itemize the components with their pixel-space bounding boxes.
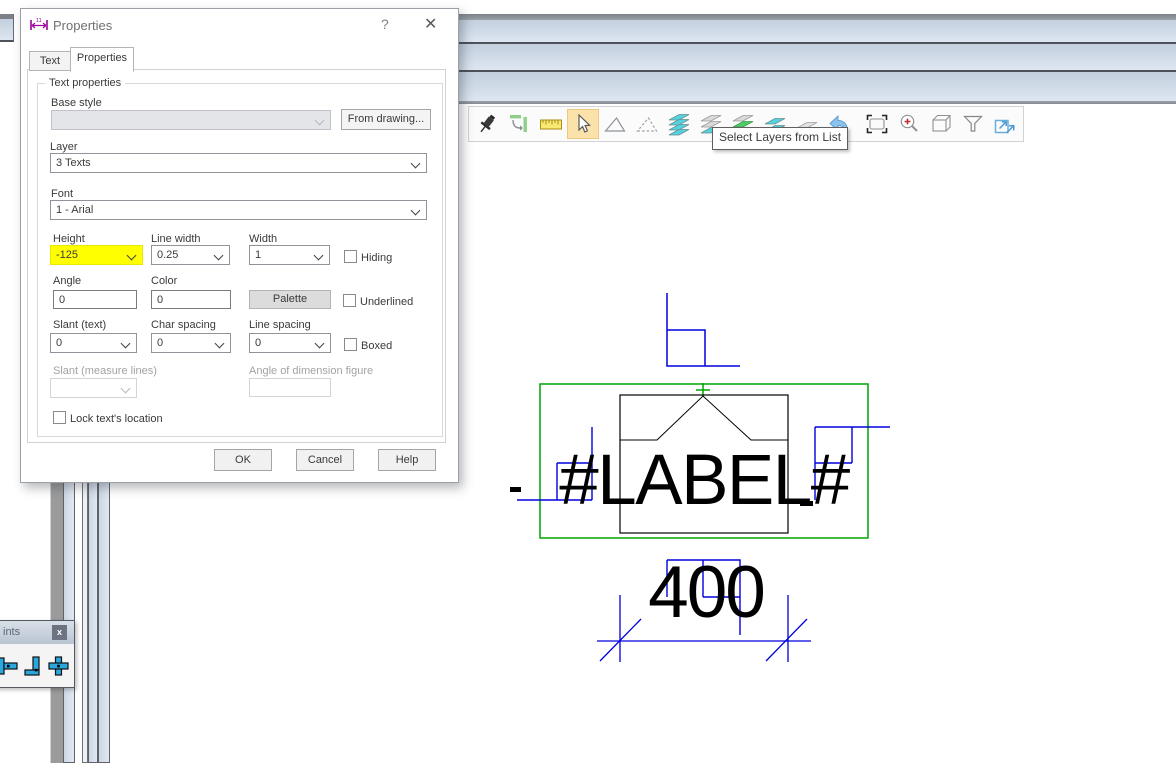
export-view-icon[interactable] [990,110,1020,138]
angle-input[interactable]: 0 [53,290,137,309]
filter-icon[interactable] [958,110,988,138]
lock-location-label: Lock text's location [70,413,163,425]
points-panel: ints x [0,620,75,688]
chevron-down-icon [315,339,325,349]
underlined-label: Underlined [360,296,413,308]
chevron-down-icon [121,339,131,349]
chevron-down-icon [127,251,137,261]
base-style-select[interactable] [51,110,331,130]
font-select[interactable]: 1 - Arial [50,200,427,220]
layer-select[interactable]: 3 Texts [50,153,427,173]
angle-dim-figure-input [249,378,331,397]
height-label: Height [53,233,85,245]
points-panel-titlebar[interactable]: ints x [0,621,74,644]
boxed-checkbox[interactable] [344,338,357,351]
from-drawing-button[interactable]: From drawing... [341,109,431,130]
symbol-roof-line [620,396,788,440]
label-dash-left [510,487,521,492]
angle-dim-figure-label: Angle of dimension figure [249,365,373,377]
help-button[interactable]: Help [378,449,436,471]
zoom-window-icon[interactable] [862,110,892,138]
width-label: Width [249,233,277,245]
points-panel-toolbar [0,644,74,687]
slant-measure-label: Slant (measure lines) [53,365,157,377]
line-spacing-label: Line spacing [249,319,311,331]
close-icon[interactable]: x [52,625,67,640]
tab-text[interactable]: Text [29,51,71,71]
point-cross-icon[interactable] [48,655,69,677]
tab-properties[interactable]: Properties [70,47,134,72]
chevron-down-icon [121,384,131,394]
chevron-down-icon [315,116,325,126]
chevron-down-icon [411,159,421,169]
palette-button[interactable]: Palette [249,290,331,309]
triangle-dashed-icon[interactable] [632,110,662,138]
help-icon[interactable]: ? [381,16,389,32]
blue-corner-marker-top [667,293,740,366]
close-icon[interactable]: ✕ [424,14,437,34]
triangle-icon[interactable] [600,110,630,138]
boxed-label: Boxed [361,340,392,352]
line-width-select[interactable]: 0.25 [151,245,230,265]
properties-dialog: 11 Properties ? ✕ Text Properties Text p… [20,8,459,483]
select-cursor-icon[interactable] [568,110,598,138]
dialog-title: Properties [53,18,112,33]
svg-text:11: 11 [36,18,42,24]
angle-label: Angle [53,275,81,287]
width-select[interactable]: 1 [249,245,330,265]
vertical-toolbar-3[interactable] [88,479,98,763]
lock-location-checkbox[interactable] [53,411,66,424]
chevron-down-icon [214,251,224,261]
slant-text-label: Slant (text) [53,319,106,331]
hiding-checkbox[interactable] [344,250,357,263]
char-spacing-select[interactable]: 0 [151,333,231,353]
height-select[interactable]: -125 [50,245,143,265]
cancel-button[interactable]: Cancel [296,449,354,471]
vertical-toolbar-4[interactable] [98,479,110,763]
cad-dimension-text[interactable]: 400 [630,556,782,629]
color-input[interactable]: 0 [151,290,231,309]
draw-order-icon[interactable] [504,110,534,138]
base-style-label: Base style [51,97,102,109]
dimension-icon: 11 [29,17,49,32]
chevron-down-icon [314,251,324,261]
underlined-checkbox[interactable] [343,294,356,307]
font-label: Font [51,188,73,200]
cad-label-text[interactable]: #LABEL# [540,445,868,516]
points-panel-title: ints [3,626,20,638]
line-width-label: Line width [151,233,201,245]
box-3d-icon[interactable] [926,110,956,138]
hiding-label: Hiding [361,252,392,264]
ok-button[interactable]: OK [214,449,272,471]
zoom-in-icon[interactable] [894,110,924,138]
color-label: Color [151,275,177,287]
chevron-down-icon [215,339,225,349]
slant-measure-select [50,378,137,398]
chevron-down-icon [411,206,421,216]
point-tee-icon[interactable] [0,655,19,677]
layers-all-icon[interactable] [664,110,694,138]
dialog-titlebar[interactable]: 11 Properties ? ✕ [21,9,458,39]
slant-text-select[interactable]: 0 [50,333,137,353]
group-title: Text properties [45,77,125,89]
pin-icon[interactable] [472,110,502,138]
ruler-icon[interactable] [536,110,566,138]
point-corner-icon[interactable] [23,655,44,677]
layer-label: Layer [50,141,78,153]
char-spacing-label: Char spacing [151,319,216,331]
line-spacing-select[interactable]: 0 [249,333,331,353]
tooltip: Select Layers from List [712,127,848,150]
